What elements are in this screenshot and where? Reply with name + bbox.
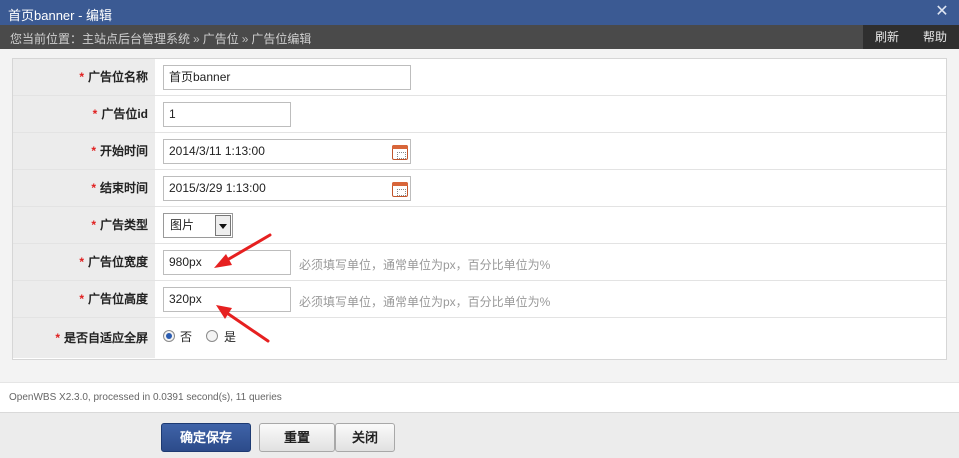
form-row-height: * 广告位高度 320px 必须填写单位，通常单位为px，百分比单位为% xyxy=(13,281,946,318)
id-label: 广告位id xyxy=(101,107,148,121)
height-label: 广告位高度 xyxy=(87,292,148,306)
main-content: * 广告位名称 首页banner * 广告位id 1 * 开始时间 2014/3/11… xyxy=(0,49,959,382)
name-label: 广告位名称 xyxy=(87,70,148,84)
height-hint: 必须填写单位，通常单位为px，百分比单位为% xyxy=(299,295,551,309)
footer-info: OpenWBS X2.3.0, processed in 0.0391 seco… xyxy=(0,382,959,412)
reset-button[interactable]: 重置 xyxy=(259,423,335,452)
form-row-start-time: * 开始时间 2014/3/11 1:13:00 xyxy=(13,133,946,170)
end-time-input[interactable]: 2015/3/29 1:13:00 xyxy=(163,176,411,201)
required-mark: * xyxy=(55,331,60,345)
required-mark: * xyxy=(91,218,96,232)
start-time-value: 2014/3/11 1:13:00 xyxy=(169,144,265,158)
breadcrumb-separator: » xyxy=(241,32,249,46)
form-row-name: * 广告位名称 首页banner xyxy=(13,59,946,96)
required-mark: * xyxy=(91,144,96,158)
toolbar: 刷新 帮助 xyxy=(862,25,959,49)
field-label: * 是否自适应全屏 xyxy=(13,318,155,358)
save-button[interactable]: 确定保存 xyxy=(161,423,251,452)
version-info: OpenWBS X2.3.0, processed in 0.0391 seco… xyxy=(9,392,282,403)
chevron-down-icon[interactable] xyxy=(215,215,231,236)
end-time-label: 结束时间 xyxy=(99,181,148,195)
form-row-type: * 广告类型 图片 xyxy=(13,207,946,244)
ad-width-input[interactable]: 980px xyxy=(163,250,291,275)
field-label: * 开始时间 xyxy=(13,133,155,169)
action-bar: 确定保存 重置 关闭 xyxy=(0,412,959,458)
form-row-fullscreen: * 是否自适应全屏 否 是 xyxy=(13,318,946,358)
fullscreen-yes-radio[interactable] xyxy=(206,330,218,342)
field-label: * 广告位宽度 xyxy=(13,244,155,280)
type-label: 广告类型 xyxy=(99,218,148,232)
breadcrumb-item-ad-edit: 广告位编辑 xyxy=(251,32,312,46)
start-time-label: 开始时间 xyxy=(99,144,148,158)
location-bar: 您当前位置：主站点后台管理系统» 广告位» 广告位编辑 刷新 帮助 xyxy=(0,25,959,49)
ad-type-value: 图片 xyxy=(170,218,195,232)
ad-height-input[interactable]: 320px xyxy=(163,287,291,312)
end-time-value: 2015/3/29 1:13:00 xyxy=(169,181,266,195)
required-mark: * xyxy=(92,107,98,121)
breadcrumb-separator: » xyxy=(193,32,200,46)
breadcrumb-item-home[interactable]: 主站点后台管理系统 xyxy=(82,32,190,46)
calendar-icon[interactable] xyxy=(392,145,408,160)
form-row-end-time: * 结束时间 2015/3/29 1:13:00 xyxy=(13,170,946,207)
field-label: * 广告类型 xyxy=(13,207,155,243)
ad-name-input[interactable]: 首页banner xyxy=(163,65,411,90)
field-label: * 广告位高度 xyxy=(13,281,155,317)
required-mark: * xyxy=(79,255,84,269)
form-row-width: * 广告位宽度 980px 必须填写单位，通常单位为px，百分比单位为% xyxy=(13,244,946,281)
fullscreen-yes-label[interactable]: 是 xyxy=(224,328,236,345)
start-time-input[interactable]: 2014/3/11 1:13:00 xyxy=(163,139,411,164)
refresh-button[interactable]: 刷新 xyxy=(863,25,911,49)
ad-type-select[interactable]: 图片 xyxy=(163,213,233,238)
edit-form: * 广告位名称 首页banner * 广告位id 1 * 开始时间 2014/3/11… xyxy=(12,58,947,360)
required-mark: * xyxy=(79,70,84,84)
fullscreen-label: 是否自适应全屏 xyxy=(63,331,148,345)
ad-id-input[interactable]: 1 xyxy=(163,102,291,127)
width-label: 广告位宽度 xyxy=(87,255,148,269)
breadcrumb-prefix: 您当前位置： xyxy=(10,32,83,46)
calendar-icon[interactable] xyxy=(392,182,408,197)
field-label: * 广告位名称 xyxy=(13,59,155,95)
close-icon[interactable]: ✕ xyxy=(933,3,951,21)
breadcrumb-item-ad-position[interactable]: 广告位 xyxy=(203,32,239,46)
width-hint: 必须填写单位，通常单位为px，百分比单位为% xyxy=(299,258,551,272)
window-titlebar: 首页banner - 编辑 ✕ xyxy=(0,0,959,25)
close-button[interactable]: 关闭 xyxy=(335,423,395,452)
field-label: * 广告位id xyxy=(13,96,155,132)
fullscreen-no-label[interactable]: 否 xyxy=(180,328,192,345)
required-mark: * xyxy=(91,181,96,195)
field-label: * 结束时间 xyxy=(13,170,155,206)
breadcrumb: 您当前位置：主站点后台管理系统» 广告位» 广告位编辑 xyxy=(10,30,311,47)
fullscreen-no-radio[interactable] xyxy=(163,330,175,342)
required-mark: * xyxy=(79,292,84,306)
help-button[interactable]: 帮助 xyxy=(911,25,959,49)
window-title: 首页banner - 编辑 xyxy=(8,8,113,23)
form-row-id: * 广告位id 1 xyxy=(13,96,946,133)
